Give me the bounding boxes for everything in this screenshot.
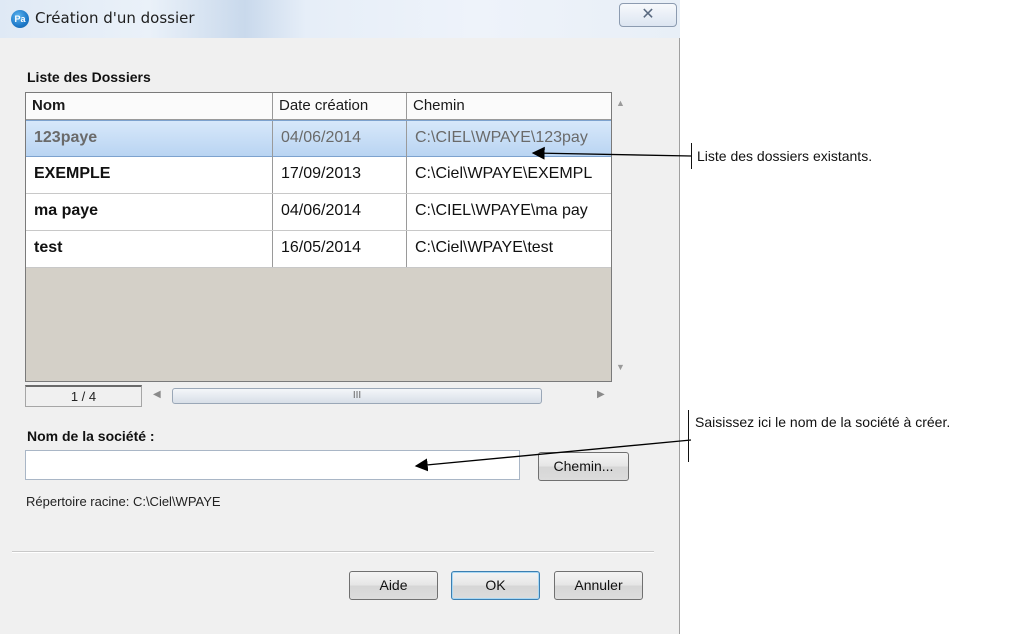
list-callout-text: Liste des dossiers existants.	[697, 148, 873, 164]
callout-arrows	[414, 146, 692, 472]
company-callout-text: Saisissez ici le nom de la société à cré…	[695, 414, 951, 430]
company-callout-arrow	[414, 439, 692, 472]
list-callout-arrow	[531, 146, 692, 160]
company-callout-bar	[688, 410, 689, 462]
list-callout-bar	[691, 143, 692, 169]
